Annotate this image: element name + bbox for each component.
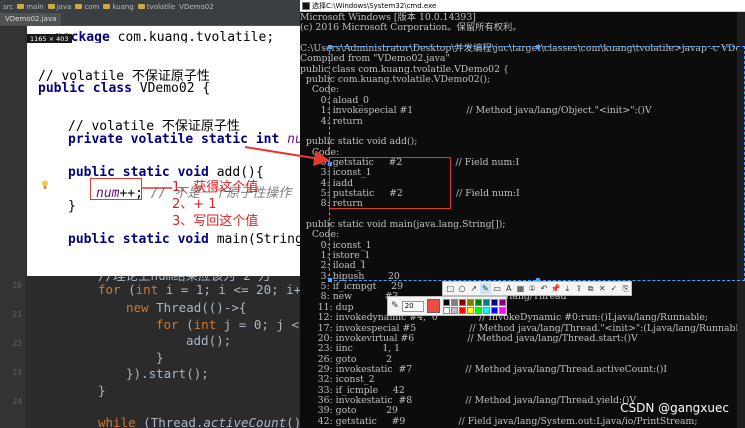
line-number: 24 xyxy=(12,397,22,406)
cmd-icon xyxy=(302,2,310,10)
line-number: 23 xyxy=(12,368,22,377)
folder-icon xyxy=(75,4,83,9)
cmd-titlebar[interactable]: 选择C:\Windows\System32\cmd.exe xyxy=(300,0,745,12)
watermark: CSDN @gangxuec xyxy=(620,401,729,415)
color-swatch[interactable] xyxy=(483,298,490,306)
copy-icon[interactable]: ⧉ xyxy=(585,283,596,294)
code-line: add(); xyxy=(186,333,232,348)
code-line: } xyxy=(156,350,164,365)
color-swatch[interactable] xyxy=(499,298,506,306)
color-swatch[interactable] xyxy=(475,306,482,314)
color-swatch[interactable] xyxy=(451,306,458,314)
save-icon[interactable]: ⎘ xyxy=(620,283,631,294)
annotation-toolbar: □ ○ ↗ ✎ ▭ A ▦ ① ↶ 📌 ⤓ ⇪ ⧉ ✕ ✓ ⎘ xyxy=(442,281,632,296)
lightbulb-icon[interactable] xyxy=(41,180,49,190)
editor-tabbar: VDemo02.java xyxy=(0,13,300,26)
color-swatch[interactable] xyxy=(483,306,490,314)
color-swatch[interactable] xyxy=(467,298,474,306)
marker-icon[interactable]: ▭ xyxy=(492,283,503,294)
console-line: 39: goto 29 xyxy=(300,405,398,417)
code-line: } xyxy=(98,383,106,398)
code-line: } xyxy=(68,199,76,214)
color-swatch[interactable] xyxy=(443,306,450,314)
close-icon[interactable]: ✕ xyxy=(597,283,608,294)
bytecode-highlight-box xyxy=(329,157,451,209)
text-icon[interactable]: A xyxy=(503,283,514,294)
console-line: 23: iinc 1, 1 xyxy=(300,343,401,355)
code-line: new Thread(()->{ xyxy=(126,300,247,315)
color-swatch[interactable] xyxy=(491,306,498,314)
share-icon[interactable]: ⇪ xyxy=(574,283,585,294)
field-declaration: private volatile static int num xyxy=(68,132,304,147)
resize-handle[interactable] xyxy=(328,278,332,282)
rect-icon[interactable]: □ xyxy=(445,283,456,294)
code-line: while (Thread.activeCount()> xyxy=(98,415,309,428)
code-line: for (int i = 1; i <= 20; i++ xyxy=(98,282,309,297)
download-icon[interactable]: ⤓ xyxy=(562,283,573,294)
folder-icon xyxy=(103,4,111,9)
window-title: 选择C:\Windows\System32\cmd.exe xyxy=(312,2,437,10)
console-line: (c) 2016 Microsoft Corporation。保留所有权利。 xyxy=(300,22,522,34)
pen-icon: ✎ xyxy=(391,301,399,311)
brush-size-select[interactable]: 20 xyxy=(401,300,425,312)
resize-handle[interactable] xyxy=(536,45,540,49)
console-line: 42: getstatic #9 // Field java/lang/Syst… xyxy=(300,415,698,427)
console-line: 17: invokespecial #5 // Method java/lang… xyxy=(300,322,745,334)
annotation-step: 3、写回这个值 xyxy=(172,214,259,229)
color-swatch[interactable] xyxy=(499,306,506,314)
highlight-box xyxy=(90,178,142,200)
folder-icon xyxy=(17,4,25,9)
folder-icon xyxy=(137,4,145,9)
color-palette xyxy=(443,298,506,314)
console-line: 32: iconst_2 xyxy=(300,374,375,386)
annotation-step: 2、+ 1 xyxy=(172,197,217,212)
mosaic-icon[interactable]: ▦ xyxy=(515,283,526,294)
breadcrumb-item[interactable]: java xyxy=(47,3,71,11)
line-number: 20 xyxy=(12,281,22,290)
undo-icon[interactable]: ↶ xyxy=(539,283,550,294)
color-swatch[interactable] xyxy=(459,306,466,314)
code-line: for (int j = 0; j < xyxy=(156,317,300,332)
breadcrumb-item[interactable]: kuang xyxy=(103,3,134,11)
color-swatch[interactable] xyxy=(451,298,458,306)
color-swatch[interactable] xyxy=(491,298,498,306)
breadcrumb-item[interactable]: tvolatile xyxy=(137,3,175,11)
pen-icon[interactable]: ✎ xyxy=(480,283,491,294)
ellipse-icon[interactable]: ○ xyxy=(457,283,468,294)
breadcrumb-item[interactable]: main xyxy=(17,3,44,11)
color-swatch[interactable] xyxy=(467,306,474,314)
breadcrumb-item[interactable]: src xyxy=(3,3,13,11)
code-editor[interactable]: //理论上num结果应该为 2 万 for (int i = 1; i <= 2… xyxy=(26,268,309,428)
color-swatch[interactable] xyxy=(475,298,482,306)
line-number: 21 xyxy=(12,310,22,319)
annotation-text: 1、获得这个值 2、+ 1 3、写回这个值 xyxy=(172,179,300,246)
arrow-icon[interactable]: ↗ xyxy=(468,283,479,294)
code-line: }).start(); xyxy=(126,366,209,381)
line-number: 22 xyxy=(12,339,22,348)
number-icon[interactable]: ① xyxy=(527,283,538,294)
annotation-options: ✎ 20 xyxy=(387,296,507,316)
pin-icon[interactable]: 📌 xyxy=(550,283,561,294)
class-declaration: public class VDemo02 { xyxy=(38,81,211,96)
breadcrumb-item[interactable]: VDemo02 xyxy=(179,3,214,11)
editor-tab[interactable]: VDemo02.java xyxy=(0,13,62,26)
line-gutter: 20 21 22 23 24 xyxy=(0,27,26,428)
breadcrumb: src main java com kuang tvolatile VDemo0… xyxy=(0,0,300,13)
color-swatch[interactable] xyxy=(443,298,450,306)
current-color-swatch[interactable] xyxy=(427,299,440,313)
resize-handle[interactable] xyxy=(328,45,332,49)
annotation-step: 1、获得这个值 xyxy=(172,180,259,195)
done-icon[interactable]: ✓ xyxy=(609,283,620,294)
color-swatch[interactable] xyxy=(459,298,466,306)
folder-icon xyxy=(47,4,55,9)
breadcrumb-item[interactable]: com xyxy=(75,3,99,11)
